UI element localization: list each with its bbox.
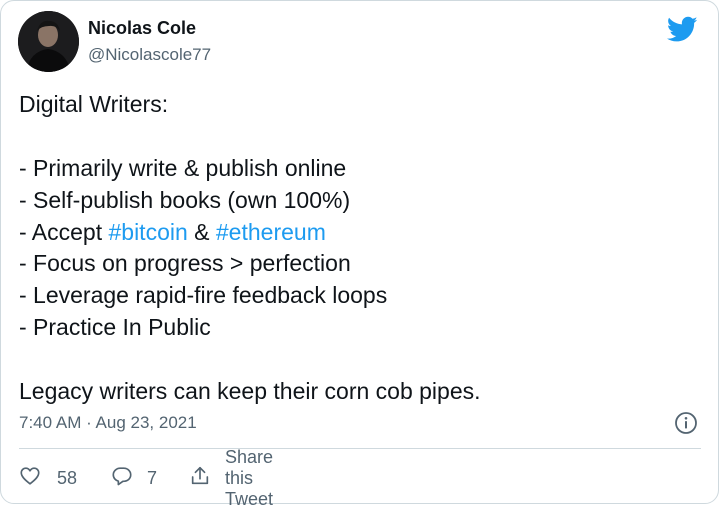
tweet-card: Nicolas Cole @Nicolascole77 Digital Writ… xyxy=(0,0,719,509)
tweet-line xyxy=(19,121,699,153)
tweet-text-segment: & xyxy=(187,218,216,245)
twitter-bird-icon[interactable] xyxy=(666,16,698,43)
tweet-line: - Leverage rapid-fire feedback loops xyxy=(19,280,699,312)
tweet-line xyxy=(19,344,699,376)
hashtag-link[interactable]: #bitcoin xyxy=(108,219,187,245)
tweet-line: - Focus on progress > perfection xyxy=(19,248,699,280)
tweet-text-segment: - Accept xyxy=(19,218,109,245)
like-count: 58 xyxy=(57,467,78,488)
author-name[interactable]: Nicolas Cole xyxy=(88,18,196,39)
tweet-text-segment: - Self-publish books (own 100%) xyxy=(19,186,351,213)
tweet-text-segment: - Focus on progress > perfection xyxy=(19,250,351,277)
divider xyxy=(19,448,701,449)
share-icon xyxy=(189,465,211,492)
like-button[interactable]: 58 xyxy=(19,463,77,493)
tweet-line: - Self-publish books (own 100%) xyxy=(19,185,699,217)
author-handle[interactable]: @Nicolascole77 xyxy=(88,45,211,65)
tweet-text-segment: Digital Writers: xyxy=(19,91,169,117)
tweet-line: - Primarily write & publish online xyxy=(19,153,699,185)
tweet-text-segment: Legacy writers can keep their corn cob p… xyxy=(19,378,481,405)
info-icon[interactable] xyxy=(674,411,698,435)
reply-bubble-icon xyxy=(111,465,133,492)
tweet-text-segment: - Leverage rapid-fire feedback loops xyxy=(19,282,388,309)
reply-count: 7 xyxy=(147,467,158,488)
tweet-timestamp[interactable]: 7:40 AM · Aug 23, 2021 xyxy=(19,413,197,433)
tweet-line: Legacy writers can keep their corn cob p… xyxy=(19,376,699,408)
reply-button[interactable]: 7 xyxy=(111,463,157,493)
tweet-line: - Accept #bitcoin & #ethereum xyxy=(19,217,699,249)
tweet-text-segment: - Primarily write & publish online xyxy=(19,154,347,181)
share-button[interactable]: Share this Tweet xyxy=(189,447,273,509)
tweet-text: Digital Writers: - Primarily write & publ… xyxy=(19,89,699,408)
tweet-line: - Practice In Public xyxy=(19,312,699,344)
share-label: Share this Tweet xyxy=(225,446,274,509)
tweet-line: Digital Writers: xyxy=(19,89,699,121)
hashtag-link[interactable]: #ethereum xyxy=(216,219,326,245)
heart-icon xyxy=(19,465,41,492)
tweet-text-segment: - Practice In Public xyxy=(19,314,211,341)
avatar[interactable] xyxy=(18,11,79,72)
